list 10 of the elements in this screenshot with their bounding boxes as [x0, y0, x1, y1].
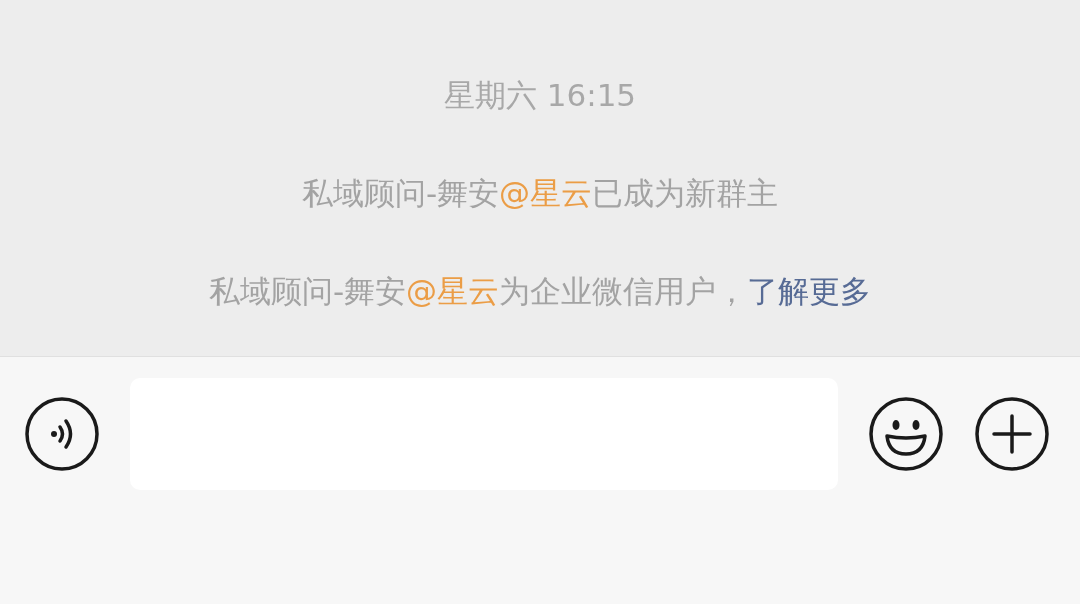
plus-button[interactable] — [974, 396, 1050, 472]
voice-button[interactable] — [24, 396, 100, 472]
system-message: 私域顾问-舞安@星云为企业微信用户，了解更多 — [208, 272, 872, 311]
voice-icon — [24, 396, 100, 472]
plus-icon — [974, 396, 1050, 472]
system-message: 私域顾问-舞安@星云已成为新群主 — [301, 174, 779, 213]
learn-more-link[interactable]: 了解更多 — [747, 273, 872, 309]
timestamp: 星期六 16:15 — [443, 76, 637, 115]
smiley-icon — [868, 396, 944, 472]
emoji-button[interactable] — [868, 396, 944, 472]
